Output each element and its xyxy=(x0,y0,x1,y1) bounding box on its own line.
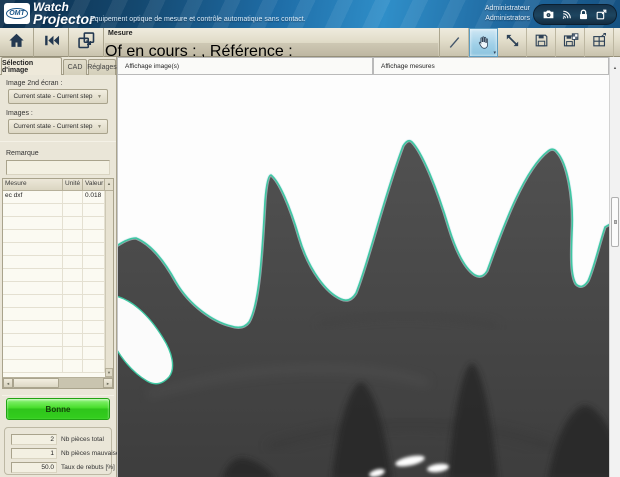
brand-projector: Projector xyxy=(33,11,94,27)
line-tool-button[interactable] xyxy=(440,28,469,57)
home-button[interactable] xyxy=(0,28,34,57)
app-tagline: Equipement optique de mesure et contrôle… xyxy=(90,16,306,23)
image-2nd-screen-select[interactable]: Current state - Current step ▼ xyxy=(8,89,108,104)
table-row-empty xyxy=(3,295,113,308)
main-toolbar: Mesure Of en cours : , Référence : test_… xyxy=(0,28,620,57)
omt-logo-text: OMT xyxy=(6,8,28,19)
floppy-disk-icon xyxy=(533,32,550,54)
chevron-down-icon: ▼ xyxy=(97,124,107,130)
table-row-empty xyxy=(3,230,113,243)
save-image-with-overlay-button[interactable] xyxy=(556,28,585,57)
lock-icon[interactable] xyxy=(577,8,590,21)
user-role-fr: Administrateur xyxy=(485,4,530,14)
rewind-icon xyxy=(42,31,61,55)
measure-table-header: Mesure Unité Valeur ▲ xyxy=(3,179,113,191)
stat-total-parts: Nb pièces total xyxy=(11,433,104,445)
table-hscroll-thumb[interactable] xyxy=(13,378,59,388)
multi-view-layout-button[interactable] xyxy=(585,28,614,57)
measure-mode-button[interactable] xyxy=(70,28,104,57)
table-row-empty xyxy=(3,256,113,269)
table-row-empty xyxy=(3,347,113,360)
table-row-empty xyxy=(3,321,113,334)
good-part-button[interactable]: Bonne xyxy=(6,398,110,420)
table-row-empty xyxy=(3,217,113,230)
col-mesure[interactable]: Mesure xyxy=(3,179,63,190)
watchprojector-window: OMT Watch Projector Equipement optique d… xyxy=(0,0,620,477)
image-vertical-scrollbar[interactable]: ▲ xyxy=(609,57,620,477)
total-parts-label: Nb pièces total xyxy=(61,436,104,443)
production-stats-box: Nb pièces total Nb pièces mauvaise(s) Ta… xyxy=(4,427,112,475)
main-area: Affichage image(s) Affichage mesures xyxy=(117,57,620,477)
diagonal-arrows-icon xyxy=(504,32,521,54)
col-valeur[interactable]: Valeur xyxy=(83,179,105,190)
table-scroll-right[interactable]: ► xyxy=(103,378,113,388)
tab-affichage-images[interactable]: Affichage image(s) xyxy=(117,57,373,75)
tab-cad[interactable]: CAD xyxy=(63,59,87,75)
divider xyxy=(2,395,114,396)
table-vertical-scrollbar[interactable] xyxy=(105,191,113,377)
bad-parts-value[interactable] xyxy=(11,448,57,459)
home-icon xyxy=(7,31,26,55)
table-row-empty xyxy=(3,243,113,256)
hand-tool-dropdown-arrow[interactable]: ▾ xyxy=(493,50,496,56)
col-unite[interactable]: Unité xyxy=(63,179,83,190)
measure-table-body: ec dxf 0.018 ▼ xyxy=(3,191,113,377)
signal-icon[interactable] xyxy=(560,8,573,21)
divider xyxy=(0,141,116,142)
images-select[interactable]: Current state - Current step ▼ xyxy=(8,119,108,134)
tab-selection-image[interactable]: Sélection d'image xyxy=(1,57,62,75)
omt-logo: OMT xyxy=(4,3,30,24)
table-row-empty xyxy=(3,308,113,321)
remark-input[interactable] xyxy=(6,160,110,175)
stat-bad-parts: Nb pièces mauvaise(s) xyxy=(11,447,127,459)
table-row-empty xyxy=(3,269,113,282)
order-reference-bar: Of en cours : , Référence : test_ecart_d… xyxy=(105,43,438,56)
table-row-empty xyxy=(3,334,113,347)
save-image-button[interactable] xyxy=(527,28,556,57)
scrap-rate-value[interactable] xyxy=(11,462,57,473)
images-label: Images : xyxy=(6,110,33,117)
external-window-icon[interactable] xyxy=(595,8,608,21)
back-to-start-button[interactable] xyxy=(35,28,69,57)
table-scroll-down[interactable]: ▼ xyxy=(105,368,113,377)
panel-tab-bar: Sélection d'image CAD Réglages xyxy=(0,57,117,75)
chevron-down-icon: ▼ xyxy=(97,94,107,100)
app-header: OMT Watch Projector Equipement optique d… xyxy=(0,0,620,28)
table-row[interactable]: ec dxf 0.018 xyxy=(3,191,113,204)
mode-title: Mesure xyxy=(108,30,133,37)
gear-contour-image xyxy=(118,75,609,477)
table-scroll-up[interactable]: ▲ xyxy=(105,179,113,190)
overlapping-frames-icon xyxy=(76,30,97,56)
pan-hand-tool-button[interactable]: ▾ xyxy=(469,28,498,57)
status-icon-group xyxy=(533,4,617,25)
window-grid-icon xyxy=(591,32,608,54)
stat-scrap-rate: Taux de rebuts [%] xyxy=(11,461,115,473)
total-parts-value[interactable] xyxy=(11,434,57,445)
user-role: Administrateur Administrators xyxy=(485,4,530,24)
measure-table: Mesure Unité Valeur ▲ ec dxf 0.018 xyxy=(2,178,114,389)
tab-reglages[interactable]: Réglages xyxy=(88,59,116,75)
tab-affichage-mesures[interactable]: Affichage mesures xyxy=(373,57,609,75)
table-row-empty xyxy=(3,204,113,217)
table-row-empty xyxy=(3,360,113,373)
mode-info: Mesure xyxy=(108,30,133,37)
floppy-disk-grid-icon xyxy=(562,32,579,54)
scrollbar-thumb[interactable] xyxy=(611,197,619,247)
image-2nd-screen-label: Image 2nd écran : xyxy=(6,80,62,87)
user-role-en: Administrators xyxy=(485,14,530,24)
scrollbar-up-arrow[interactable]: ▲ xyxy=(613,65,617,70)
table-hscroll-track[interactable] xyxy=(59,378,103,388)
zoom-extents-button[interactable] xyxy=(498,28,527,57)
table-horizontal-scrollbar[interactable]: ◄ ► xyxy=(3,377,113,388)
image-tool-group: ▾ xyxy=(439,28,614,57)
camera-image-viewport[interactable] xyxy=(117,75,609,477)
scrap-rate-label: Taux de rebuts [%] xyxy=(61,464,115,471)
table-row-empty xyxy=(3,282,113,295)
remark-label: Remarque xyxy=(6,150,39,157)
scrollbar-grip xyxy=(614,220,617,224)
camera-icon[interactable] xyxy=(542,8,555,21)
left-panel: Sélection d'image CAD Réglages Image 2nd… xyxy=(0,57,117,477)
table-scroll-left[interactable]: ◄ xyxy=(3,378,13,388)
